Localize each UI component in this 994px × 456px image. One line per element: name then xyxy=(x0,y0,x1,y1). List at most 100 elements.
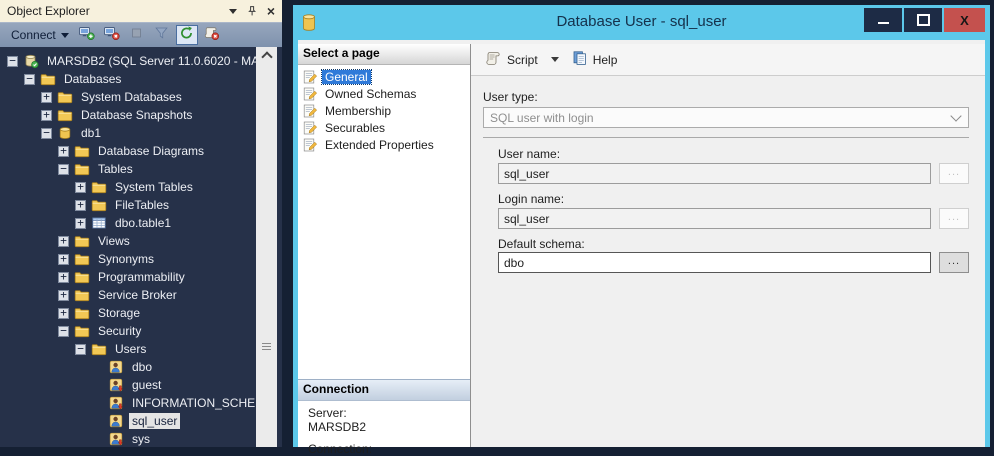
collapse-expander-icon[interactable]: − xyxy=(58,326,69,337)
tree-item-label: Database Snapshots xyxy=(78,107,195,123)
dialog-toolbar: Script Help xyxy=(471,44,985,76)
help-button[interactable]: Help xyxy=(568,47,622,72)
page-item-label: Extended Properties xyxy=(322,138,437,152)
tree-item-label: sql_user xyxy=(129,413,180,429)
tree-item[interactable]: guest xyxy=(1,376,256,394)
folder-icon xyxy=(74,323,90,339)
property-page-icon xyxy=(302,86,318,102)
refresh-button[interactable] xyxy=(176,25,198,45)
window-position-chevron-icon[interactable] xyxy=(229,9,237,14)
page-item-label: Owned Schemas xyxy=(322,87,419,101)
close-button[interactable]: X xyxy=(944,8,985,32)
tree-item[interactable]: INFORMATION_SCHEMA xyxy=(1,394,256,412)
page-item-owned-schemas[interactable]: Owned Schemas xyxy=(298,85,470,102)
connect-server-button[interactable] xyxy=(76,25,98,45)
tree-item[interactable]: −Security xyxy=(1,322,256,340)
connect-button[interactable]: Connect xyxy=(7,26,73,44)
tree-item-label: Tables xyxy=(95,161,136,177)
expand-expander-icon[interactable]: + xyxy=(41,92,52,103)
tree-item[interactable]: + Database Snapshots xyxy=(1,106,256,124)
tree-item[interactable]: + FileTables xyxy=(1,196,256,214)
expand-expander-icon[interactable]: + xyxy=(58,272,69,283)
tree-item-label: System Databases xyxy=(78,89,185,105)
maximize-icon xyxy=(917,14,930,26)
folder-icon xyxy=(74,269,90,285)
property-page-icon xyxy=(302,69,318,85)
tree-item[interactable]: + dbo.table1 xyxy=(1,214,256,232)
pin-icon[interactable] xyxy=(246,5,258,17)
select-a-page-header: Select a page xyxy=(298,44,470,65)
help-icon xyxy=(572,50,588,69)
stop-button xyxy=(126,25,148,45)
folder-icon xyxy=(74,305,90,321)
expand-expander-icon[interactable]: + xyxy=(58,146,69,157)
default-schema-field[interactable] xyxy=(498,252,931,273)
expand-expander-icon[interactable]: + xyxy=(58,236,69,247)
tree-item[interactable]: +Programmability xyxy=(1,268,256,286)
folder-icon xyxy=(91,179,107,195)
script-error-button[interactable] xyxy=(201,25,223,45)
tree-item[interactable]: +Synonyms xyxy=(1,250,256,268)
tree-item[interactable]: +Storage xyxy=(1,304,256,322)
collapse-expander-icon[interactable]: − xyxy=(58,164,69,175)
tree-scrollbar[interactable] xyxy=(256,47,277,447)
script-button[interactable]: Script xyxy=(480,47,542,72)
minimize-button[interactable] xyxy=(864,8,902,32)
default-schema-browse-button[interactable]: ... xyxy=(939,252,969,273)
tree-item[interactable]: sql_user xyxy=(1,412,256,430)
tree-item[interactable]: dbo xyxy=(1,358,256,376)
expand-expander-icon[interactable]: + xyxy=(75,218,86,229)
tree-item-label: db1 xyxy=(78,125,104,141)
expand-expander-icon[interactable]: + xyxy=(58,308,69,319)
tree-item-label: Views xyxy=(95,233,133,249)
tree-item[interactable]: + System Databases xyxy=(1,88,256,106)
minimize-icon xyxy=(878,22,889,24)
tree-item-label: MARSDB2 (SQL Server 11.0.6020 - MARSD xyxy=(44,53,256,69)
page-item-securables[interactable]: Securables xyxy=(298,119,470,136)
close-icon[interactable]: × xyxy=(267,5,275,17)
expand-expander-icon[interactable]: + xyxy=(41,110,52,121)
page-item-membership[interactable]: Membership xyxy=(298,102,470,119)
expand-expander-icon[interactable]: + xyxy=(58,254,69,265)
object-explorer-panel: Object Explorer × Connect −MARSDB2 (SQL … xyxy=(0,0,282,447)
form-separator xyxy=(483,137,969,138)
disconnect-server-icon xyxy=(103,25,120,46)
tree-item-label: Service Broker xyxy=(95,287,180,303)
disconnect-server-button[interactable] xyxy=(101,25,123,45)
user-type-label: User type: xyxy=(483,90,538,104)
tree-item[interactable]: sys xyxy=(1,430,256,447)
expand-expander-icon[interactable]: + xyxy=(75,200,86,211)
dialog-titlebar[interactable]: Database User - sql_user X xyxy=(293,5,990,40)
tree-item-label: FileTables xyxy=(112,197,172,213)
script-dropdown-chevron-icon[interactable] xyxy=(551,57,559,62)
tree-item[interactable]: +System Tables xyxy=(1,178,256,196)
collapse-expander-icon[interactable]: − xyxy=(75,344,86,355)
collapse-expander-icon[interactable]: − xyxy=(24,74,35,85)
tree-item[interactable]: − Tables xyxy=(1,160,256,178)
expand-expander-icon[interactable]: + xyxy=(75,182,86,193)
folder-icon xyxy=(74,161,90,177)
tree-item-label: dbo.table1 xyxy=(112,215,174,231)
user-disabled-icon xyxy=(108,395,124,411)
filter-button xyxy=(151,25,173,45)
collapse-expander-icon[interactable]: − xyxy=(41,128,52,139)
page-item-extended-properties[interactable]: Extended Properties xyxy=(298,136,470,153)
property-page-icon xyxy=(302,103,318,119)
tree-item[interactable]: −Users xyxy=(1,340,256,358)
tree-item[interactable]: + Service Broker xyxy=(1,286,256,304)
expand-expander-icon[interactable]: + xyxy=(58,290,69,301)
tree-item[interactable]: − db1 xyxy=(1,124,256,142)
page-item-general[interactable]: General xyxy=(298,68,470,85)
dialog-body: Select a page General Owned SchemasMember… xyxy=(298,40,985,447)
refresh-icon xyxy=(178,25,195,46)
object-explorer-tree: −MARSDB2 (SQL Server 11.0.6020 - MARSD−D… xyxy=(1,47,256,447)
maximize-button[interactable] xyxy=(904,8,942,32)
connection-header: Connection xyxy=(298,379,470,401)
scrollbar-up-arrow-icon[interactable] xyxy=(256,47,277,63)
tree-item[interactable]: +Database Diagrams xyxy=(1,142,256,160)
tree-item[interactable]: + Views xyxy=(1,232,256,250)
tree-item[interactable]: − MARSDB2 (SQL Server 11.0.6020 - MARSD xyxy=(1,52,256,70)
tree-item[interactable]: −Databases xyxy=(1,70,256,88)
collapse-expander-icon[interactable]: − xyxy=(7,56,18,67)
scrollbar-thumb-grip[interactable] xyxy=(262,343,271,352)
